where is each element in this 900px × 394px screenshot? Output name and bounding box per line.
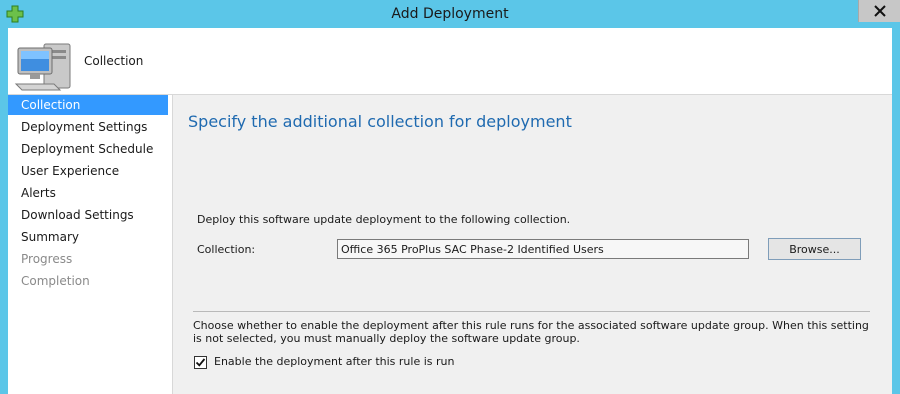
enable-deployment-label[interactable]: Enable the deployment after this rule is…	[214, 355, 454, 368]
enable-description-text: Choose whether to enable the deployment …	[193, 319, 869, 345]
header-title: Collection	[84, 54, 144, 68]
window-title: Add Deployment	[391, 6, 509, 22]
collection-field[interactable]	[337, 239, 749, 259]
nav-item-download-settings[interactable]: Download Settings	[8, 205, 168, 225]
wizard-header: Collection	[8, 28, 892, 95]
nav-item-summary[interactable]: Summary	[8, 227, 168, 247]
collection-label: Collection:	[197, 243, 256, 256]
add-deployment-window: Add Deployment Collection Collection Dep…	[0, 0, 900, 394]
nav-item-completion: Completion	[21, 274, 90, 288]
nav-item-deployment-schedule[interactable]: Deployment Schedule	[8, 139, 168, 159]
nav-item-progress: Progress	[21, 252, 73, 266]
title-bar[interactable]: Add Deployment	[0, 0, 900, 28]
nav-item-alerts[interactable]: Alerts	[8, 183, 168, 203]
enable-deployment-checkbox[interactable]	[194, 356, 207, 369]
nav-item-user-experience[interactable]: User Experience	[8, 161, 168, 181]
browse-button[interactable]: Browse...	[768, 238, 861, 260]
wizard-page: Specify the additional collection for de…	[173, 95, 892, 394]
intro-text: Deploy this software update deployment t…	[197, 213, 571, 226]
checkmark-icon	[195, 353, 206, 372]
close-icon	[874, 2, 886, 21]
nav-item-deployment-settings[interactable]: Deployment Settings	[8, 117, 168, 137]
nav-item-collection[interactable]: Collection	[8, 95, 168, 115]
computer-icon	[14, 38, 78, 94]
wizard-nav: Collection Deployment Settings Deploymen…	[8, 95, 173, 394]
divider	[193, 311, 870, 312]
page-title: Specify the additional collection for de…	[188, 112, 572, 131]
dialog-client-area: Collection Collection Deployment Setting…	[8, 28, 892, 394]
close-button[interactable]	[858, 0, 900, 22]
